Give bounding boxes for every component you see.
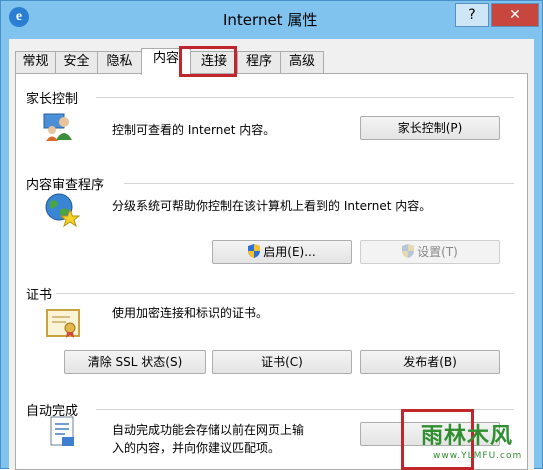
- enable-advisor-button[interactable]: 启用(E)...: [212, 240, 352, 264]
- certificates-button[interactable]: 证书(C): [212, 350, 352, 374]
- internet-properties-window: e Internet 属性 ? ✕ 常规 安全 隐私 内容 连接 程序 高级 家…: [0, 0, 543, 470]
- tab-programs[interactable]: 程序: [237, 51, 281, 73]
- uac-shield-icon: [248, 244, 261, 258]
- certificates-separator: [56, 293, 514, 294]
- tab-advanced[interactable]: 高级: [280, 51, 324, 73]
- advisor-settings-button: 设置(T): [360, 240, 500, 264]
- clear-ssl-state-button[interactable]: 清除 SSL 状态(S): [64, 350, 206, 374]
- autocomplete-description-line2: 入的内容，并向你建议匹配项。: [112, 441, 281, 455]
- tab-security[interactable]: 安全: [55, 51, 98, 73]
- dialog-client-area: 常规 安全 隐私 内容 连接 程序 高级 家长控制 控制可查看的 Interne…: [9, 39, 534, 470]
- certificates-section-title: 证书: [26, 288, 53, 303]
- autocomplete-description-line1: 自动完成功能会存储以前在网页上输: [112, 423, 305, 437]
- watermark-url: www.YLMFU.com: [433, 451, 523, 461]
- advisor-separator: [124, 183, 514, 184]
- content-tab-highlight-box: [179, 46, 237, 77]
- close-button[interactable]: ✕: [491, 3, 539, 27]
- certificates-description: 使用加密连接和标识的证书。: [112, 306, 269, 320]
- parental-description: 控制可查看的 Internet 内容。: [112, 123, 276, 137]
- parental-section-title: 家长控制: [26, 92, 79, 107]
- advisor-settings-label: 设置(T): [417, 245, 458, 259]
- title-bar[interactable]: e Internet 属性 ? ✕: [1, 1, 542, 39]
- watermark-text: 雨林木风: [421, 424, 514, 449]
- uac-shield-icon-disabled: [402, 244, 415, 258]
- internet-explorer-icon: e: [9, 7, 29, 27]
- tab-general[interactable]: 常规: [15, 51, 56, 73]
- parental-controls-button[interactable]: 家长控制(P): [360, 116, 500, 140]
- tab-privacy[interactable]: 隐私: [97, 51, 142, 73]
- window-title: Internet 属性: [223, 11, 318, 29]
- globe-star-icon: [45, 193, 80, 228]
- advisor-description: 分级系统可帮助你控制在该计算机上看到的 Internet 内容。: [112, 199, 432, 213]
- enable-advisor-label: 启用(E)...: [263, 245, 316, 259]
- form-document-icon: [50, 416, 74, 446]
- family-users-icon: [43, 113, 72, 141]
- help-button[interactable]: ?: [455, 3, 489, 27]
- watermark-logo: 雨林木风 www.YLMFU.com: [415, 415, 541, 470]
- certificate-icon: [46, 309, 80, 338]
- publishers-button[interactable]: 发布者(B): [360, 350, 500, 374]
- parental-separator: [96, 97, 514, 98]
- advisor-section-title: 内容审查程序: [26, 178, 105, 193]
